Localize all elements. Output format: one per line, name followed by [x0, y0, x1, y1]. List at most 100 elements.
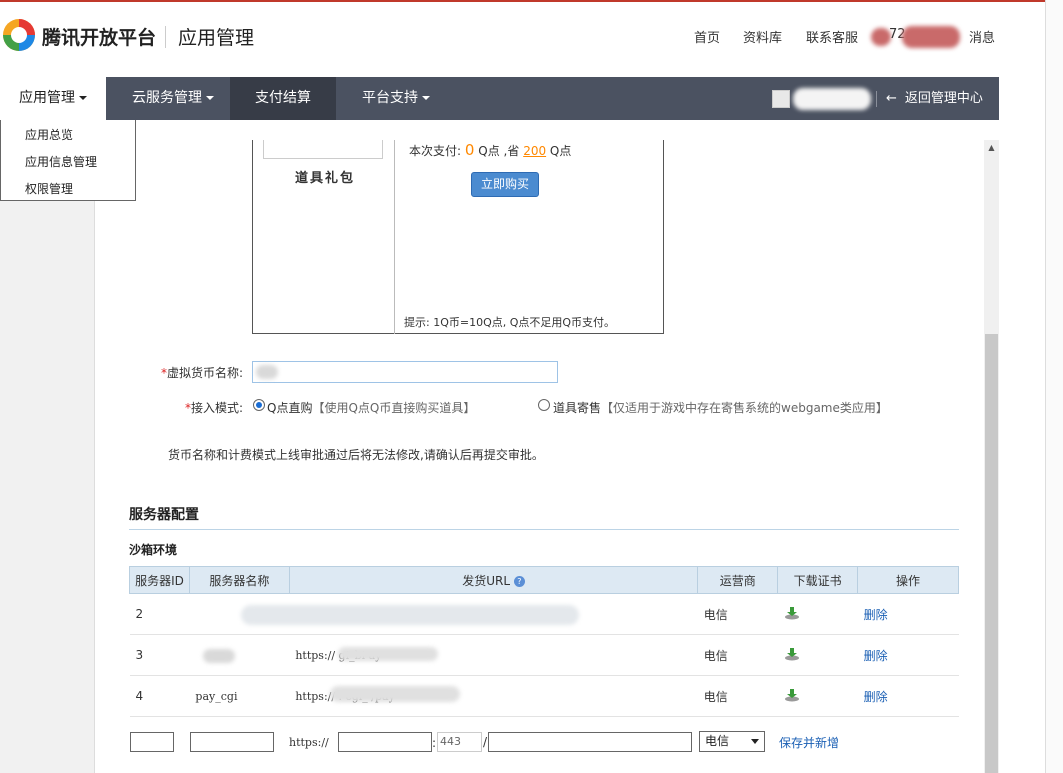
radio-consignment[interactable] — [538, 399, 550, 411]
back-label: 返回管理中心 — [904, 91, 983, 106]
cell-server-id: 2 — [129, 593, 190, 635]
download-icon[interactable] — [784, 606, 800, 620]
new-server-id-input[interactable] — [130, 732, 174, 752]
gift-divider — [394, 140, 395, 334]
nav-label: 平台支持 — [362, 90, 418, 106]
nav-divider — [876, 91, 877, 107]
main-navbar: 应用管理 云服务管理 支付结算 平台支持 ← 返回管理中心 — [0, 77, 999, 120]
carrier-selected: 电信 — [705, 734, 730, 748]
user-name-redacted[interactable] — [902, 26, 960, 48]
path-slash: / — [483, 735, 488, 749]
col-carrier: 运营商 — [697, 566, 779, 594]
server-config-title: 服务器配置 — [129, 507, 199, 523]
top-link-support[interactable]: 联系客服 — [806, 27, 858, 46]
sandbox-env-title: 沙箱环境 — [129, 543, 178, 557]
option1-text: Q点直购 — [267, 401, 313, 415]
app-icon[interactable] — [772, 90, 790, 108]
dropdown-item-overview[interactable]: 应用总览 — [25, 126, 73, 143]
logo-text[interactable]: 腾讯开放平台 — [42, 23, 156, 50]
user-avatar[interactable] — [871, 28, 891, 46]
cell-action: 删除 — [857, 634, 959, 676]
right-edge-strip — [1045, 0, 1063, 773]
left-sidebar — [0, 120, 95, 773]
top-link-home[interactable]: 首页 — [694, 27, 720, 46]
buy-now-button[interactable]: 立即购买 — [471, 172, 539, 197]
delete-link[interactable]: 删除 — [864, 608, 888, 622]
back-to-console-link[interactable]: ← 返回管理中心 — [886, 77, 983, 120]
currency-name-input[interactable] — [252, 361, 558, 383]
mode-label-text: 接入模式: — [191, 401, 244, 415]
delete-link[interactable]: 删除 — [864, 649, 888, 663]
scrollbar-thumb[interactable] — [985, 334, 998, 773]
cell-action: 删除 — [857, 675, 959, 717]
radio-q-point-direct[interactable] — [253, 399, 265, 411]
nav-app-management[interactable]: 应用管理 — [0, 77, 106, 120]
col-delivery-url: 发货URL ? — [288, 566, 699, 594]
port-placeholder: 443 — [440, 735, 461, 748]
col-delivery-url-label: 发货URL — [462, 573, 511, 588]
col-server-name: 服务器名称 — [188, 566, 290, 594]
currency-name-label: *虚拟货币名称: — [161, 364, 243, 381]
pay-unit: Q点 — [478, 144, 500, 158]
cell-server-name — [189, 634, 290, 676]
new-server-name-input[interactable] — [190, 732, 274, 752]
save-label: ,省 — [503, 144, 520, 158]
download-icon[interactable] — [784, 688, 800, 702]
pay-label: 本次支付: — [409, 144, 462, 158]
redacted-block — [241, 605, 580, 625]
new-url-port-input[interactable]: 443 — [437, 732, 482, 752]
scroll-up-arrow-icon[interactable]: ▲ — [985, 142, 998, 154]
save-unit: Q点 — [549, 144, 572, 158]
option1-hint: 【使用Q点Q币直接购买道具】 — [312, 401, 476, 415]
header-divider — [165, 26, 166, 48]
gift-name: 道具礼包 — [295, 171, 356, 186]
top-link-messages[interactable]: 消息 — [969, 27, 995, 46]
gift-thumbnail — [263, 140, 383, 159]
col-actions: 操作 — [857, 566, 959, 594]
col-download-cert: 下载证书 — [777, 566, 859, 594]
cell-carrier: 电信 — [697, 593, 778, 635]
section-divider — [129, 529, 959, 530]
caret-down-icon — [79, 96, 87, 100]
new-url-path-input[interactable] — [488, 732, 692, 752]
table-row: 4 pay_cgi https:// . cgi_ /pay 电信 删除 — [129, 675, 959, 717]
option-consignment[interactable]: 道具寄售【仅适用于游戏中存在寄售系统的webgame类应用】 — [553, 399, 888, 416]
app-name-redacted[interactable] — [793, 88, 871, 110]
cell-download — [777, 593, 858, 635]
delete-link[interactable]: 删除 — [864, 690, 888, 704]
nav-platform-support[interactable]: 平台支持 — [362, 77, 430, 120]
nav-label: 应用管理 — [19, 90, 75, 106]
carrier-select[interactable]: 电信 — [699, 731, 765, 752]
app-management-dropdown: 应用总览 应用信息管理 权限管理 — [0, 120, 136, 201]
cell-action: 删除 — [857, 593, 959, 635]
new-url-host-input[interactable] — [338, 732, 432, 752]
tencent-logo-icon[interactable] — [0, 15, 38, 55]
url-redacted — [330, 686, 460, 702]
help-icon[interactable]: ? — [513, 575, 525, 587]
option-q-point-direct[interactable]: Q点直购【使用Q点Q币直接购买道具】 — [267, 399, 475, 416]
nav-payment-settlement[interactable]: 支付结算 — [230, 77, 336, 120]
arrow-left-icon: ← — [886, 91, 897, 106]
payment-tip: 提示: 1Q币=10Q点, Q点不足用Q币支付。 — [404, 316, 616, 329]
download-icon[interactable] — [784, 647, 800, 661]
nav-cloud-services[interactable]: 云服务管理 — [132, 77, 214, 120]
top-link-docs[interactable]: 资料库 — [743, 27, 782, 46]
dropdown-item-app-info[interactable]: 应用信息管理 — [25, 153, 97, 170]
caret-down-icon — [206, 96, 214, 100]
table-row: 2 电信 删除 — [129, 593, 959, 635]
option2-hint: 【仅适用于游戏中存在寄售系统的webgame类应用】 — [601, 401, 888, 415]
cell-carrier: 电信 — [697, 634, 778, 676]
cell-carrier: 电信 — [697, 675, 778, 717]
nav-label: 云服务管理 — [132, 90, 202, 106]
payment-summary: 本次支付: 0 Q点 ,省 200 Q点 — [409, 141, 571, 159]
save-and-add-button[interactable]: 保存并新增 — [779, 734, 839, 751]
access-mode-label: *接入模式: — [185, 399, 243, 416]
modification-notice: 货币名称和计费模式上线审批通过后将无法修改,请确认后再提交审批。 — [168, 448, 544, 462]
port-colon: : — [432, 736, 437, 750]
table-header-row: 服务器ID 服务器名称 发货URL ? 运营商 下载证书 操作 — [129, 566, 959, 594]
nav-label: 支付结算 — [255, 90, 311, 106]
server-table: 服务器ID 服务器名称 发货URL ? 运营商 下载证书 操作 2 电信 删除 … — [129, 566, 959, 717]
cell-server-id: 4 — [129, 675, 190, 717]
save-value: 200 — [523, 144, 547, 158]
dropdown-item-permissions[interactable]: 权限管理 — [25, 180, 73, 197]
